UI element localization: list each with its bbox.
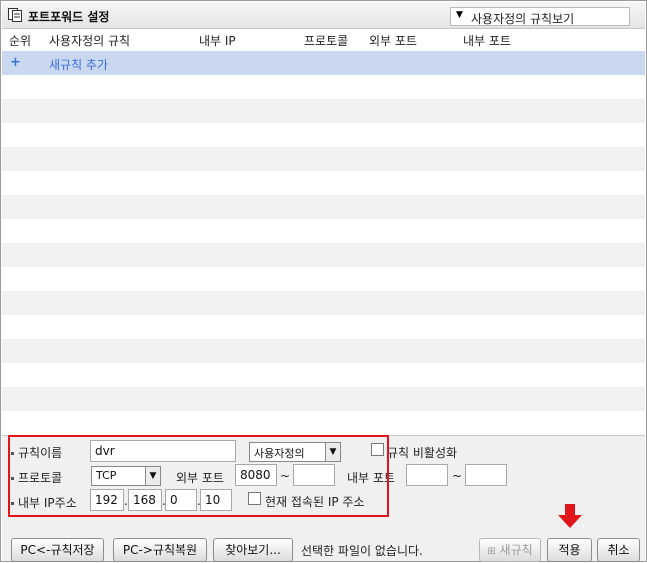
rule-view-select-value: 사용자정의 규칙보기 xyxy=(471,12,575,26)
window-icon xyxy=(8,8,22,22)
table-row xyxy=(2,195,645,219)
col-protocol: 프로토콜 xyxy=(304,34,349,48)
table-row xyxy=(2,363,645,387)
col-internal-port: 내부 포트 xyxy=(463,34,511,48)
table-row xyxy=(2,411,645,435)
internal-port-start-input[interactable] xyxy=(406,464,448,486)
col-external-port: 외부 포트 xyxy=(369,34,417,48)
new-rule-button[interactable]: ⊞ 새규칙 xyxy=(479,538,541,562)
cancel-button[interactable]: 취소 xyxy=(597,538,640,562)
no-file-text: 선택한 파일이 없습니다. xyxy=(301,544,423,558)
table-row xyxy=(2,123,645,147)
col-internal-ip: 내부 IP xyxy=(199,34,236,48)
table-row xyxy=(2,291,645,315)
col-custom-rule: 사용자정의 규칙 xyxy=(49,34,131,48)
table-header: 순위 사용자정의 규칙 내부 IP 프로토콜 외부 포트 내부 포트 xyxy=(2,29,645,51)
table-row xyxy=(2,243,645,267)
title-bar: 포트포워드 설정 ▼ 사용자정의 규칙보기 xyxy=(2,2,645,29)
table-row xyxy=(2,267,645,291)
rule-view-select[interactable]: ▼ 사용자정의 규칙보기 xyxy=(450,7,630,26)
save-rules-to-pc-button[interactable]: PC<-규칙저장 xyxy=(11,538,104,562)
table-row xyxy=(2,75,645,99)
highlight-box xyxy=(8,435,389,517)
table-row xyxy=(2,315,645,339)
table-row xyxy=(2,219,645,243)
plus-box-icon: ⊞ xyxy=(487,546,496,557)
action-bar: PC<-규칙저장 PC->규칙복원 찾아보기... 선택한 파일이 없습니다. … xyxy=(2,526,645,562)
col-rank: 순위 xyxy=(9,34,32,48)
table-row xyxy=(2,171,645,195)
down-arrow-icon xyxy=(558,504,582,528)
browse-button[interactable]: 찾아보기... xyxy=(213,538,293,562)
new-rule-button-label: 새규칙 xyxy=(499,543,533,557)
rule-table: + 새규칙 추가 xyxy=(2,51,645,435)
page-title: 포트포워드 설정 xyxy=(28,10,110,24)
table-row xyxy=(2,387,645,411)
internal-port-end-input[interactable] xyxy=(465,464,507,486)
add-rule-link[interactable]: 새규칙 추가 xyxy=(49,56,108,73)
port-forward-window: 포트포워드 설정 ▼ 사용자정의 규칙보기 순위 사용자정의 규칙 내부 IP … xyxy=(0,0,647,562)
range-separator: ~ xyxy=(452,469,463,483)
plus-icon: + xyxy=(10,55,21,70)
table-row xyxy=(2,99,645,123)
add-rule-row[interactable]: + 새규칙 추가 xyxy=(2,51,645,75)
table-row xyxy=(2,339,645,363)
disable-rule-label: 규칙 비활성화 xyxy=(387,446,458,460)
apply-button[interactable]: 적용 xyxy=(547,538,592,562)
restore-rules-from-pc-button[interactable]: PC->규칙복원 xyxy=(113,538,207,562)
dropdown-arrow-icon: ▼ xyxy=(456,10,463,20)
table-row xyxy=(2,147,645,171)
